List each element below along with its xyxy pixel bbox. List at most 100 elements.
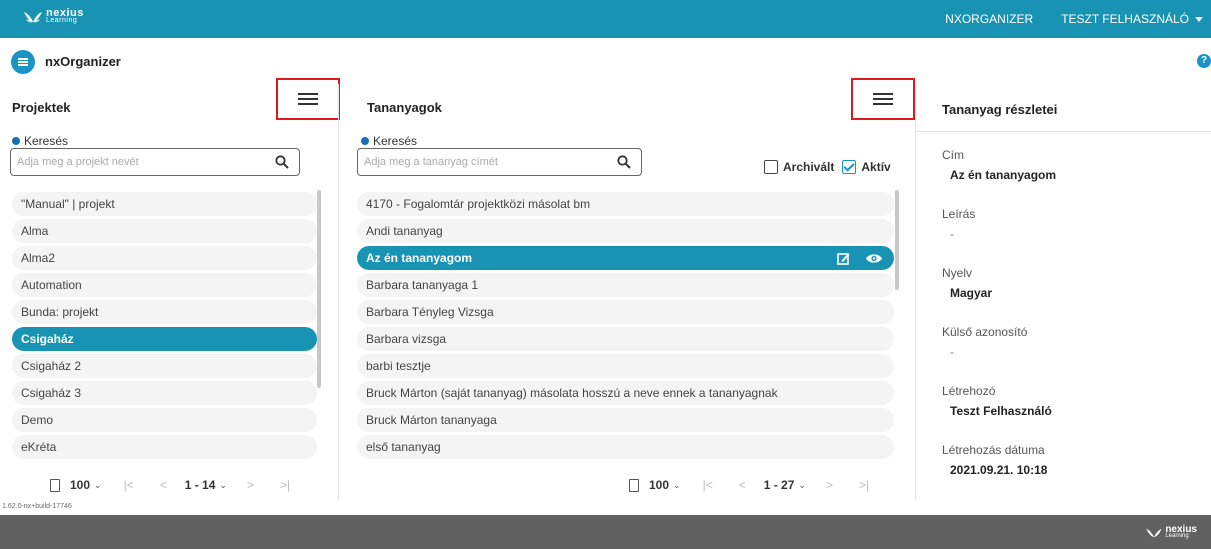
detail-field-value: Az én tananyagom <box>950 168 1057 182</box>
active-label: Aktív <box>861 160 891 174</box>
first-page-icon[interactable]: |< <box>703 478 713 492</box>
projects-menu-button[interactable] <box>276 78 340 120</box>
top-nav: NXORGANIZER TESZT FELHASZNÁLÓ <box>945 0 1203 38</box>
materials-menu-button[interactable] <box>851 78 915 120</box>
help-icon[interactable]: ? <box>1197 54 1211 68</box>
projects-search-input[interactable] <box>11 149 269 175</box>
search-icon[interactable] <box>275 155 289 169</box>
projects-list-item[interactable]: "Manual" | projekt <box>12 192 317 216</box>
brand-name: nexius <box>46 7 84 19</box>
prev-page-icon[interactable]: < <box>160 478 167 492</box>
search-icon[interactable] <box>617 155 631 169</box>
edit-icon[interactable] <box>837 252 850 265</box>
page-range[interactable]: 1 - 27 <box>764 478 795 492</box>
main-menu-button[interactable] <box>11 50 35 74</box>
materials-item-label: Az én tananyagom <box>366 251 473 265</box>
projects-list-item[interactable]: Bunda: projekt <box>12 300 317 324</box>
projects-item-label: Csigaház 3 <box>21 386 82 400</box>
archived-checkbox[interactable]: Archivált <box>764 160 834 174</box>
materials-panel: Tananyagok Keresés 4170 - Fogalomtár pro… <box>339 78 915 500</box>
materials-item-label: első tananyag <box>366 440 441 454</box>
projects-item-label: "Manual" | projekt <box>21 197 115 211</box>
menu-icon <box>18 58 28 66</box>
footer-brand-name: nexius <box>1165 524 1197 535</box>
footer-logo: nexius Learning <box>1146 524 1197 540</box>
materials-list-item[interactable]: Barbara vizsga <box>357 327 894 351</box>
page-size[interactable]: 100 <box>70 478 90 492</box>
chevron-down-icon[interactable]: ⌄ <box>219 480 227 491</box>
projects-item-label: Alma <box>21 224 49 238</box>
detail-field-value: Magyar <box>950 286 993 300</box>
chevron-down-icon[interactable]: ⌄ <box>673 480 681 491</box>
materials-list-item[interactable]: Barbara tananyaga 1 <box>357 273 894 297</box>
projects-list-item[interactable]: Alma <box>12 219 317 243</box>
detail-field-label: Leírás <box>942 207 976 221</box>
materials-item-label: Barbara tananyaga 1 <box>366 278 479 292</box>
app-bar: nxOrganizer ? <box>0 38 1211 84</box>
chevron-down-icon[interactable]: ⌄ <box>798 480 806 491</box>
butterfly-icon <box>1146 528 1163 538</box>
materials-item-label: Barbara Tényleg Vizsga <box>366 305 494 319</box>
active-checkbox-box[interactable] <box>842 160 857 174</box>
detail-field-label: Létrehozás dátuma <box>942 443 1045 457</box>
projects-item-label: eKréta <box>21 440 57 454</box>
projects-list-item[interactable]: Csigaház 2 <box>12 354 317 378</box>
footer-brand-sub: Learning <box>1165 533 1189 539</box>
caret-down-icon <box>1195 16 1203 22</box>
nexius-logo[interactable]: nexius Learning <box>24 7 84 24</box>
chevron-down-icon[interactable]: ⌄ <box>94 480 102 491</box>
projects-list-item[interactable]: Csigaház 3 <box>12 381 317 405</box>
hamburger-icon <box>298 92 318 106</box>
last-page-icon[interactable]: >| <box>280 478 290 492</box>
materials-search-box <box>357 148 642 176</box>
projects-list-item[interactable]: Csigaház <box>12 327 317 351</box>
projects-list-item[interactable]: Demo <box>12 408 317 432</box>
materials-list-item[interactable]: Barbara Tényleg Vizsga <box>357 300 894 324</box>
materials-item-label: Bruck Márton (saját tananyag) másolata h… <box>366 386 778 400</box>
details-header: Tananyag részletei <box>916 84 1211 132</box>
projects-panel: Projektek Keresés "Manual" | projekt Alma… <box>0 78 340 500</box>
hamburger-icon <box>873 92 893 106</box>
materials-item-label: Andi tananyag <box>366 224 443 238</box>
archived-checkbox-box[interactable] <box>764 160 778 174</box>
materials-search-input[interactable] <box>358 149 611 175</box>
projects-item-label: Demo <box>21 413 54 427</box>
row-actions <box>837 246 882 270</box>
next-page-icon[interactable]: > <box>826 478 833 492</box>
materials-list-item[interactable]: Bruck Márton (saját tananyag) másolata h… <box>357 381 894 405</box>
projects-list-item[interactable]: Automation <box>12 273 317 297</box>
materials-list-item[interactable]: Andi tananyag <box>357 219 894 243</box>
materials-list-item[interactable]: első tananyag <box>357 435 894 459</box>
nav-nxorganizer[interactable]: NXORGANIZER <box>945 12 1033 26</box>
detail-field: Cím Az én tananyagom <box>942 148 1056 182</box>
detail-field: Létrehozó Teszt Felhasználó <box>942 384 1052 418</box>
eye-icon[interactable] <box>866 253 882 264</box>
materials-scrollbar[interactable] <box>895 190 899 290</box>
active-checkbox[interactable]: Aktív <box>842 160 891 174</box>
projects-item-label: Automation <box>21 278 82 292</box>
detail-field: Nyelv Magyar <box>942 266 992 300</box>
user-name: TESZT FELHASZNÁLÓ <box>1061 12 1189 26</box>
last-page-icon[interactable]: >| <box>859 478 869 492</box>
materials-list-item[interactable]: Az én tananyagom <box>357 246 894 270</box>
materials-list-item[interactable]: 4170 - Fogalomtár projektközi másolat bm <box>357 192 894 216</box>
app-title: nxOrganizer <box>45 54 121 69</box>
projects-search-label: Keresés <box>12 134 68 148</box>
page-size[interactable]: 100 <box>649 478 669 492</box>
first-page-icon[interactable]: |< <box>124 478 134 492</box>
details-panel: Tananyag részletei Cím Az én tananyagom Le… <box>916 84 1211 500</box>
user-menu[interactable]: TESZT FELHASZNÁLÓ <box>1061 12 1203 26</box>
detail-field-label: Külső azonosító <box>942 325 1028 339</box>
next-page-icon[interactable]: > <box>247 478 254 492</box>
page-range[interactable]: 1 - 14 <box>185 478 216 492</box>
materials-list-item[interactable]: barbi tesztje <box>357 354 894 378</box>
projects-list-item[interactable]: eKréta <box>12 435 317 459</box>
detail-field-label: Nyelv <box>942 266 973 280</box>
projects-list-item[interactable]: Alma2 <box>12 246 317 270</box>
info-icon <box>12 137 20 145</box>
detail-field: Létrehozás dátuma 2021.09.21. 10:18 <box>942 443 1047 477</box>
prev-page-icon[interactable]: < <box>739 478 746 492</box>
projects-scrollbar[interactable] <box>317 190 321 388</box>
materials-list-item[interactable]: Bruck Márton tananyaga <box>357 408 894 432</box>
projects-item-label: Csigaház <box>21 332 74 346</box>
